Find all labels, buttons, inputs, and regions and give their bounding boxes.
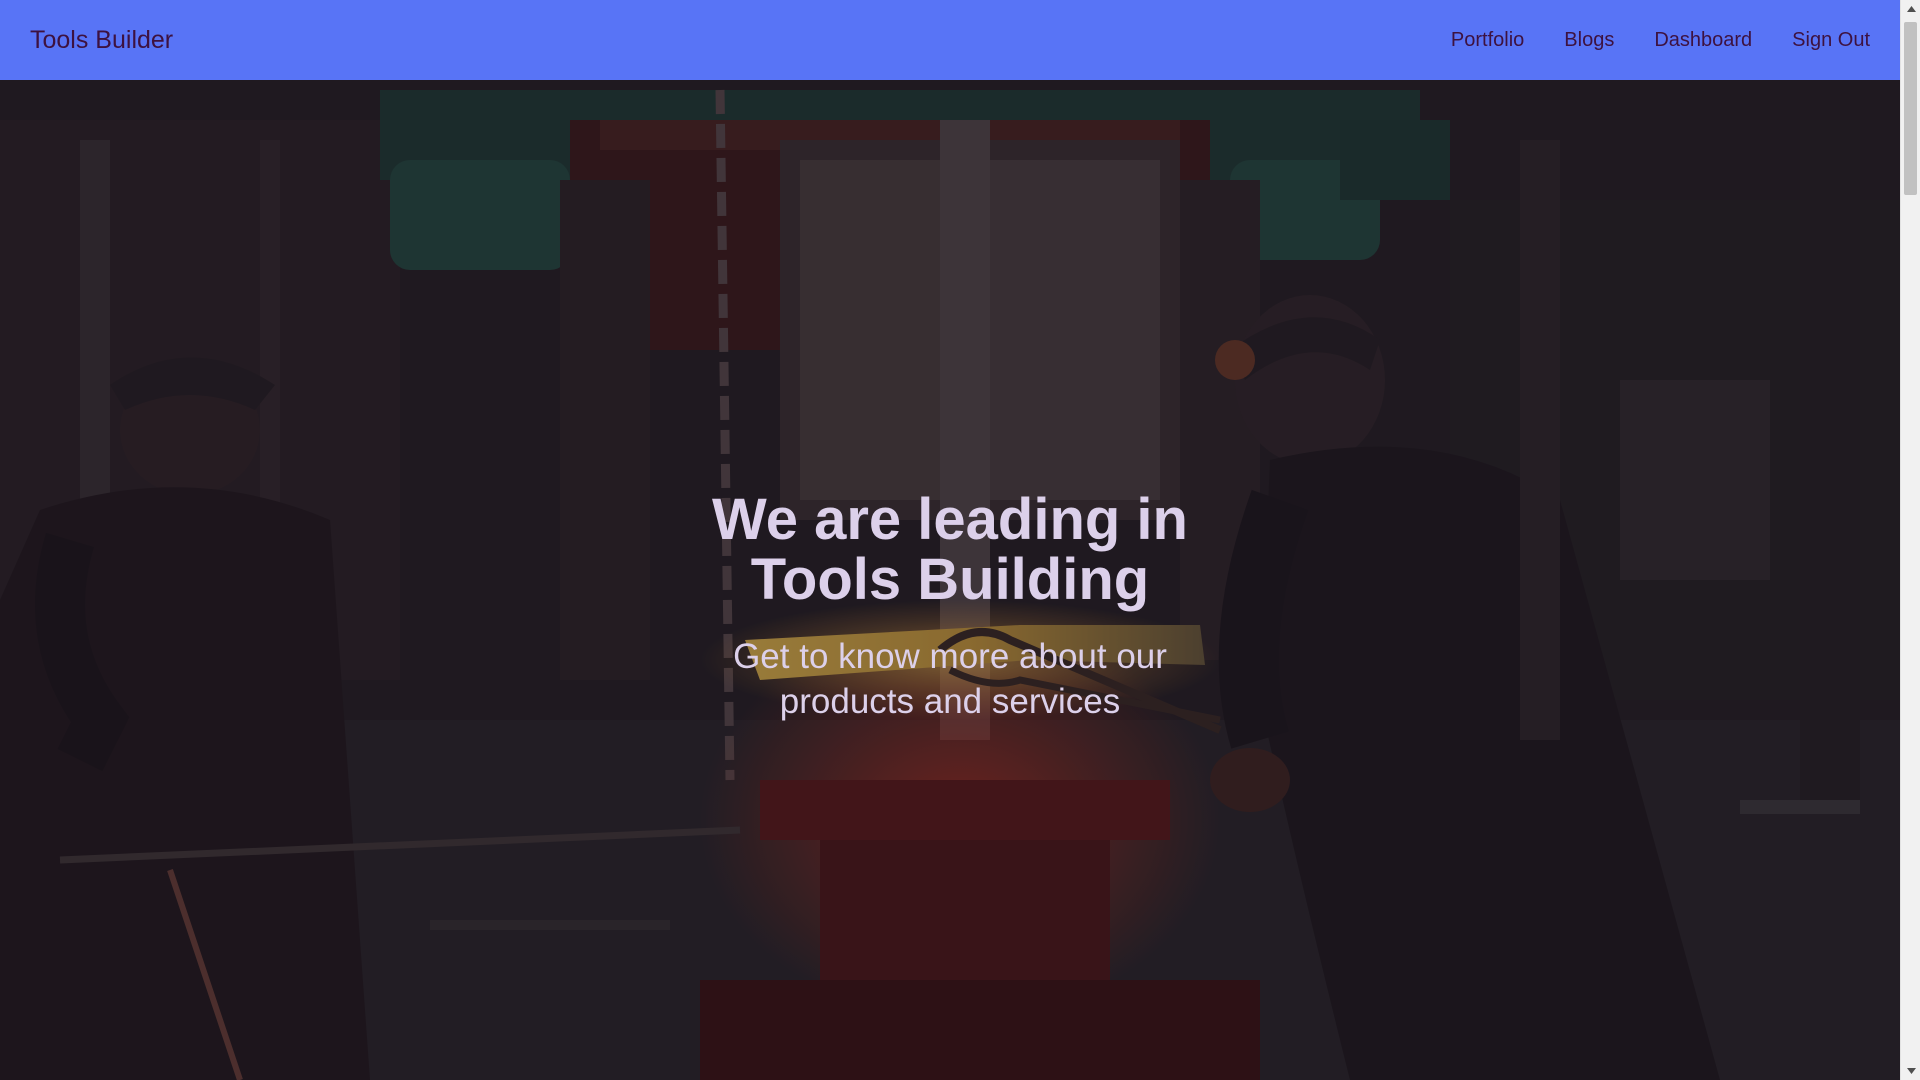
nav-links: Portfolio Blogs Dashboard Sign Out — [1451, 29, 1870, 52]
hero-section: We are leading in Tools Building Get to … — [0, 80, 1900, 1080]
page: Tools Builder Portfolio Blogs Dashboard … — [0, 0, 1920, 1080]
scrollbar-thumb[interactable] — [1904, 22, 1917, 195]
vertical-scrollbar[interactable] — [1900, 0, 1920, 1080]
nav-link-dashboard[interactable]: Dashboard — [1654, 29, 1752, 52]
brand-logo-link[interactable]: Tools Builder — [30, 26, 173, 55]
scroll-down-arrow-icon[interactable] — [1901, 1062, 1920, 1080]
hero-subtitle: Get to know more about our products and … — [733, 637, 1167, 721]
nav-link-sign-out[interactable]: Sign Out — [1792, 29, 1870, 52]
hero-title: We are leading in Tools Building — [712, 487, 1188, 612]
nav-link-portfolio[interactable]: Portfolio — [1451, 29, 1524, 52]
scroll-up-arrow-icon[interactable] — [1901, 0, 1920, 18]
navbar: Tools Builder Portfolio Blogs Dashboard … — [0, 0, 1900, 80]
nav-link-blogs[interactable]: Blogs — [1564, 29, 1614, 52]
hero-content: We are leading in Tools Building Get to … — [0, 490, 1900, 724]
